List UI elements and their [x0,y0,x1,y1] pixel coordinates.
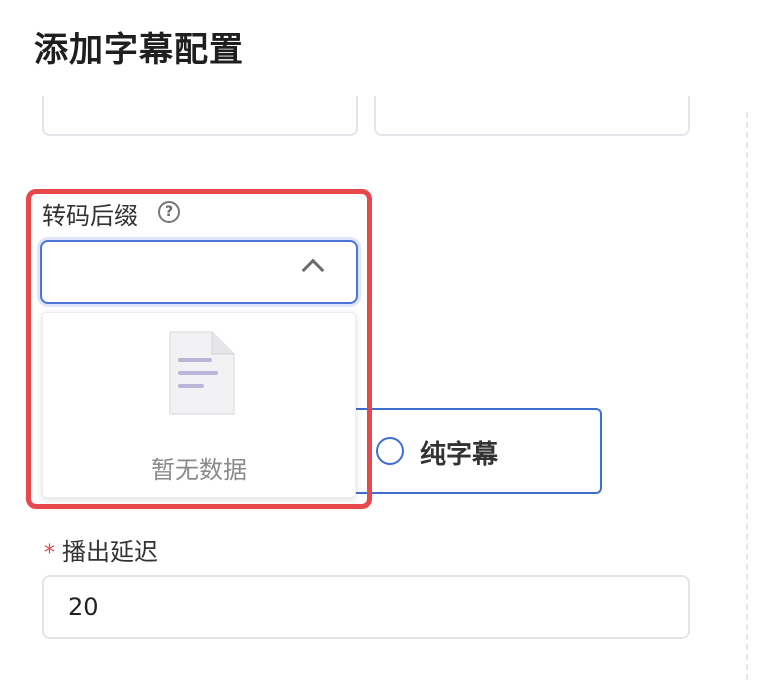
playout-delay-input[interactable]: 20 [42,575,690,639]
top-right-input[interactable] [374,96,690,136]
highlight-frame [26,189,372,509]
radio-button[interactable] [376,437,404,465]
page-title: 添加字幕配置 [34,30,244,70]
top-left-input[interactable] [42,96,358,136]
divider [746,112,748,680]
required-mark: * [44,541,55,566]
playout-delay-label: 播出延迟 [62,538,158,566]
subtitle-mode-label: 纯字幕 [420,440,499,470]
